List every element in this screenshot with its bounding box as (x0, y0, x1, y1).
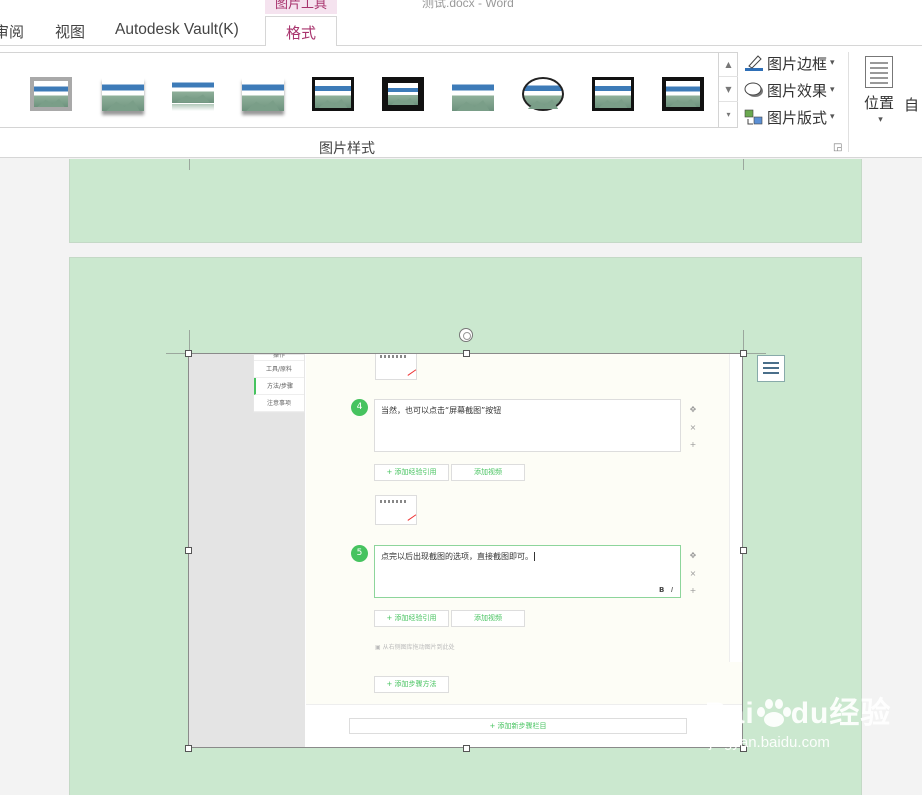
resize-handle[interactable] (185, 350, 192, 357)
delete-icon: × (689, 569, 697, 578)
add-icon: + (689, 586, 697, 595)
add-quote-button: + 添加经验引用 (374, 464, 449, 481)
gallery-scroll-up-button[interactable]: ▲ (719, 52, 738, 77)
add-quote-button: + 添加经验引用 (374, 610, 449, 627)
move-icon: ✥ (689, 405, 697, 414)
gallery-style-shadow[interactable] (102, 77, 144, 111)
picture-border-label: 图片边框 (767, 54, 828, 73)
picture-border-button[interactable]: 图片边框 ▾ (744, 52, 835, 74)
caret-icon: ▾ (878, 115, 883, 125)
layout-options-icon[interactable] (757, 355, 785, 382)
page-previous (69, 159, 862, 243)
caret-icon: ▾ (830, 85, 835, 95)
add-video-button: 添加视频 (451, 464, 525, 481)
add-method-button: + 添加步骤方法 (374, 676, 449, 693)
tab-view[interactable]: 视图 (55, 21, 85, 42)
drag-hint: ▣ 从右侧图库拖动图片到此处 (375, 644, 455, 651)
ribbon-tab-row: 审阅 视图 Autodesk Vault(K) 格式 (0, 14, 922, 47)
gallery-style-simple[interactable] (452, 77, 494, 111)
nav-item: 工具/原料 (254, 361, 304, 378)
gallery-scroll: ▲ ▼ ▾ (718, 52, 738, 128)
screenshot-nav: 操作 工具/原料 方法/步骤 注意事项 (253, 354, 305, 413)
rotate-handle-icon[interactable] (459, 328, 473, 342)
gallery-style-double-frame[interactable] (312, 77, 354, 111)
resize-handle[interactable] (185, 547, 192, 554)
layout-icon (744, 108, 764, 126)
delete-icon: × (689, 423, 697, 432)
move-icon: ✥ (689, 551, 697, 560)
effects-icon (744, 81, 764, 99)
picture-effects-button[interactable]: 图片效果 ▾ (744, 79, 835, 101)
step-number-badge: 5 (351, 545, 368, 562)
document-title: 测试.docx - Word (422, 0, 514, 10)
step-number-badge: 4 (351, 399, 368, 416)
position-label: 位置 (863, 94, 894, 112)
wrap-text-button[interactable]: 自 (904, 94, 919, 115)
picture-layout-label: 图片版式 (767, 108, 828, 127)
gallery-style-thick-frame[interactable] (382, 77, 424, 111)
resize-handle[interactable] (740, 547, 747, 554)
ribbon-divider (848, 52, 849, 152)
watermark-url: jingyan.baidu.com (709, 734, 830, 751)
watermark-brand-left: Bai (705, 697, 755, 730)
resize-handle[interactable] (185, 745, 192, 752)
caret-icon: ▾ (830, 112, 835, 122)
add-video-button: 添加视频 (451, 610, 525, 627)
gallery-style-grey-frame[interactable] (30, 77, 72, 111)
gallery-style-oval[interactable] (522, 77, 564, 111)
bold-button: B (659, 586, 665, 594)
picture-styles-gallery (0, 52, 738, 128)
resize-handle[interactable] (463, 745, 470, 752)
add-column-button: + 添加新步骤栏目 (349, 718, 687, 734)
tab-format[interactable]: 格式 (265, 16, 337, 47)
watermark-brand-right: 经验 (829, 697, 892, 730)
gallery-style-reflection[interactable] (172, 77, 214, 111)
resize-handle[interactable] (740, 350, 747, 357)
tab-autodesk-vault[interactable]: Autodesk Vault(K) (115, 21, 239, 39)
screenshot-scrollbar (729, 354, 742, 662)
nav-item-selected: 方法/步骤 (254, 378, 304, 395)
step-image-thumbnail (375, 354, 417, 380)
step-text-box: 当然，也可以点击“屏幕截图”按钮 (374, 399, 681, 452)
picture-layout-button[interactable]: 图片版式 ▾ (744, 106, 835, 128)
picture-effects-label: 图片效果 (767, 81, 828, 100)
position-button[interactable]: 位置 ▾ (862, 56, 896, 125)
watermark-brand-du: du (790, 697, 830, 730)
resize-handle[interactable] (463, 350, 470, 357)
screenshot-left-panel (189, 354, 305, 747)
tab-review[interactable]: 审阅 (0, 21, 24, 42)
step-image-thumbnail (375, 495, 417, 525)
gallery-scroll-down-button[interactable]: ▼ (719, 77, 738, 102)
nav-item: 注意事项 (254, 395, 304, 412)
italic-button: I (671, 586, 674, 594)
gallery-style-black-matte[interactable] (662, 77, 704, 111)
gallery-style-soft-shadow[interactable] (242, 77, 284, 111)
inserted-picture[interactable]: 操作 工具/原料 方法/步骤 注意事项 4 当然，也可以点击“屏幕截图”按钮 ✥… (188, 353, 743, 748)
pen-border-icon (744, 54, 764, 72)
step-text-box-active: 点完以后出现截图的选项，直接截图即可。 B I (374, 545, 681, 598)
group-label-picture-styles: 图片样式 (319, 141, 375, 157)
caret-icon: ▾ (830, 58, 835, 68)
step-text: 点完以后出现截图的选项，直接截图即可。 (381, 552, 533, 561)
add-icon: + (689, 440, 697, 449)
baidu-jingyan-watermark: Bai du经验 jingyan.baidu.com (705, 688, 891, 751)
ribbon: ▲ ▼ ▾ 图片边框 ▾ 图片效果 ▾ 图片版式 ▾ 图片样式 ◲ 位置 ▾ 自 (0, 46, 922, 158)
position-icon (865, 56, 893, 88)
step-text: 当然，也可以点击“屏幕截图”按钮 (381, 406, 502, 415)
gallery-style-black-frame[interactable] (592, 77, 634, 111)
gallery-more-button[interactable]: ▾ (719, 102, 738, 127)
context-tab-group-label: 图片工具 (265, 0, 337, 14)
paw-icon (755, 697, 791, 727)
dialog-launcher-icon[interactable]: ◲ (833, 142, 842, 153)
